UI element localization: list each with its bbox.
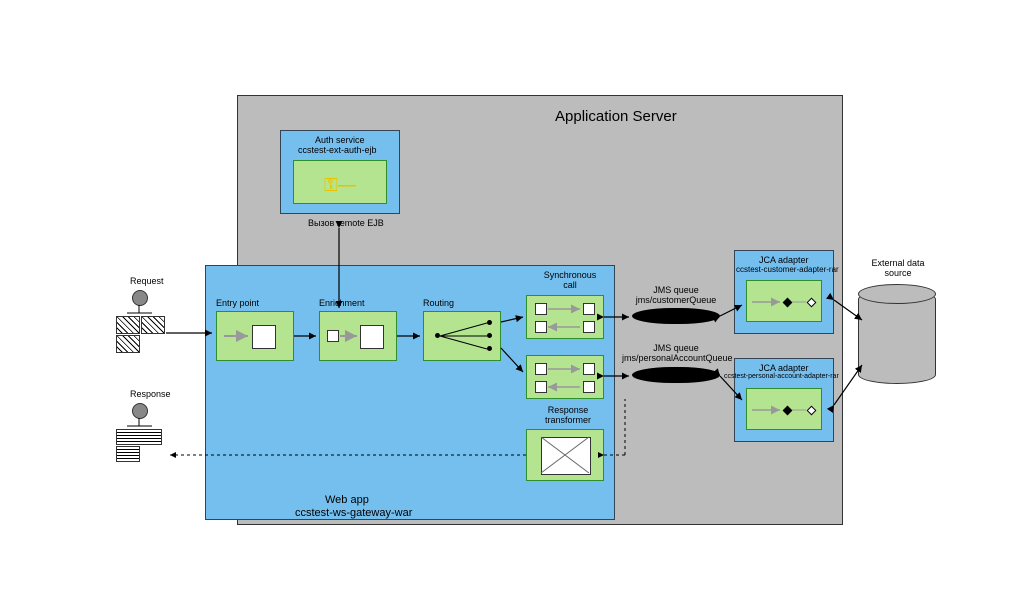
- sync1-sq4: [583, 321, 595, 333]
- response-doc2: [116, 446, 140, 462]
- routing-dot3: [487, 346, 492, 351]
- jms2-cylinder: [632, 367, 720, 383]
- enrich-sq2: [360, 325, 384, 349]
- request-doc3: [116, 335, 140, 353]
- request-circle: [132, 290, 148, 306]
- resptrans-label: Response transformer: [540, 405, 596, 425]
- jca2-name: ccstest-personal-account-adapter-rar: [724, 373, 839, 380]
- request-doc2: [141, 316, 165, 334]
- ext-label: External data source: [862, 258, 934, 278]
- jca1-title: JCA adapter: [759, 255, 809, 265]
- response-circle: [132, 403, 148, 419]
- jms2-name: jms/personalAccountQueue: [622, 353, 730, 363]
- auth-inner: ⚿━: [293, 160, 387, 204]
- jca1-name: ccstest-customer-adapter-rar: [736, 265, 839, 274]
- jms1-name: jms/customerQueue: [634, 295, 718, 305]
- jms1-cylinder: [632, 308, 720, 324]
- routing-dot1: [487, 320, 492, 325]
- auth-name: ccstest-ext-auth-ejb: [298, 145, 377, 155]
- sync1-sq2: [583, 303, 595, 315]
- request-label: Request: [130, 276, 164, 286]
- sync2-sq4: [583, 381, 595, 393]
- sync2-sq1: [535, 363, 547, 375]
- jms1-title: JMS queue: [636, 285, 716, 295]
- request-doc1: [116, 316, 140, 334]
- auth-title: Auth service: [315, 135, 365, 145]
- sync-label: Synchronous call: [540, 270, 600, 290]
- entry-label: Entry point: [216, 298, 259, 308]
- ext-cylinder-top: [858, 284, 936, 304]
- app-server-title: Application Server: [555, 108, 677, 125]
- webapp-title: Web app: [325, 494, 369, 506]
- sync2-sq2: [583, 363, 595, 375]
- key-icon: ⚿━: [324, 175, 356, 196]
- response-doc1: [116, 429, 162, 445]
- routing-dot-in: [435, 333, 440, 338]
- enrich-sq1: [327, 330, 339, 342]
- jms2-title: JMS queue: [636, 343, 716, 353]
- enrichment-label: Enrichment: [319, 298, 365, 308]
- routing-dot2: [487, 333, 492, 338]
- sync1-sq1: [535, 303, 547, 315]
- resptrans-inner: [541, 437, 591, 475]
- ext-cylinder: [858, 290, 936, 384]
- jca2-title: JCA adapter: [759, 363, 809, 373]
- routing-label: Routing: [423, 298, 454, 308]
- sync2-sq3: [535, 381, 547, 393]
- diagram-canvas: Application Server Auth service ccstest-…: [0, 0, 1024, 600]
- webapp-name: ccstest-ws-gateway-war: [295, 507, 412, 519]
- entry-square: [252, 325, 276, 349]
- auth-call: Вызов remote EJB: [308, 218, 384, 228]
- sync1-sq3: [535, 321, 547, 333]
- response-label: Response: [130, 389, 171, 399]
